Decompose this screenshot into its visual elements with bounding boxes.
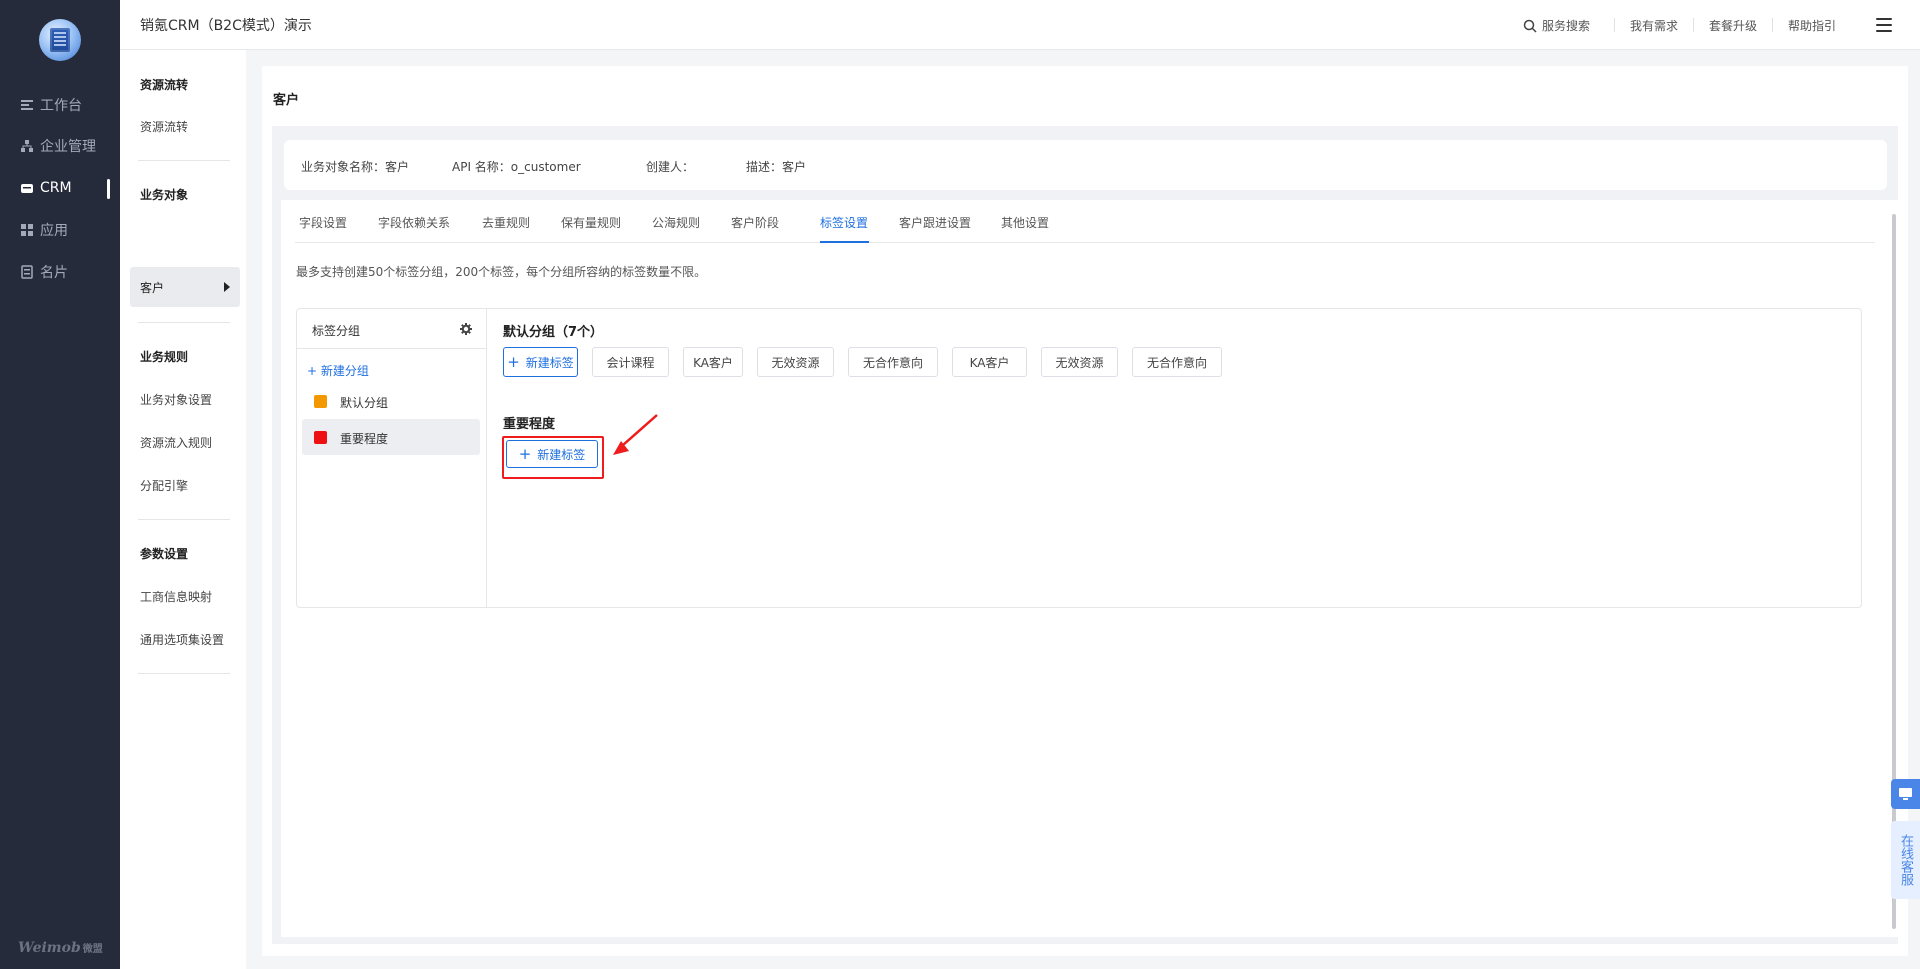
help-link[interactable]: 帮助指引 [1788,17,1836,34]
tag-chip[interactable]: 无效资源 [757,347,834,377]
tag-group-name: 默认分组 [340,396,389,410]
sidebar-item-assign-engine[interactable]: 分配引擎 [140,477,188,494]
nav-item-label: 名片 [40,265,68,281]
gear-icon[interactable] [460,323,472,335]
online-service-button[interactable]: 在线客服 [1891,821,1920,899]
hamburger-menu-icon[interactable] [1876,18,1892,32]
tab-followup-settings[interactable]: 客户跟进设置 [899,214,971,231]
sidebar-item-inflow-rules[interactable]: 资源流入规则 [140,434,212,451]
tag-chip[interactable]: 无效资源 [1041,347,1118,377]
header-divider [1772,18,1773,32]
annotation-arrow-icon [613,414,658,455]
crm-icon [20,181,34,195]
tag-chip[interactable]: 无合作意向 [1132,347,1222,377]
upgrade-link[interactable]: 套餐升级 [1709,17,1757,34]
object-info-bar: 业务对象名称：客户 API 名称：o_customer 创建人： 描述：客户 [284,140,1887,190]
active-tab-indicator [820,241,869,243]
nav-item-label: 企业管理 [40,139,96,155]
nav-item-org[interactable]: 企业管理 [0,125,120,167]
sidebar-item-business-mapping[interactable]: 工商信息映射 [140,588,212,605]
sidebar-item-label: 客户 [140,281,165,295]
card-icon [20,265,34,279]
tag-group-name: 重要程度 [340,432,389,446]
color-swatch [314,431,327,444]
tag-group-list: 标签分组 + 新建分组 默认分组 重要程度 [297,309,487,607]
nav-item-crm[interactable]: CRM [0,167,120,209]
sidebar-item-option-sets[interactable]: 通用选项集设置 [140,631,224,648]
main-content: 客户 业务对象名称：客户 API 名称：o_customer 创建人： 描述：客… [262,66,1908,956]
tag-group-header: 标签分组 [297,309,486,349]
nav-item-label: 应用 [40,223,68,239]
workbench-icon [20,98,34,112]
tab-customer-stage[interactable]: 客户阶段 [731,214,779,231]
caret-right-icon [224,282,230,292]
nav-item-label: CRM [40,180,72,196]
demand-link[interactable]: 我有需求 [1630,17,1678,34]
api-name-info: API 名称：o_customer [452,160,581,174]
tag-group-header-label: 标签分组 [312,324,361,338]
section-title: 参数设置 [140,547,189,561]
monitor-icon [1899,788,1912,800]
nav-item-apps[interactable]: 应用 [0,209,120,251]
left-nav: 工作台 企业管理 CRM 应用 名片 Weimob 微盟 [0,0,120,969]
tab-bar: 字段设置 字段依赖关系 去重规则 保有量规则 公海规则 客户阶段 标签设置 客户… [295,200,1875,243]
group-title: 重要程度 [503,417,556,432]
divider [138,160,230,161]
service-search-button[interactable]: 服务搜索 [1523,17,1590,34]
divider [138,673,230,674]
secondary-sidebar: 资源流转 资源流转 业务对象 客户 业务规则 业务对象设置 资源流入规则 分配引… [120,50,246,969]
sidebar-item-object-settings[interactable]: 业务对象设置 [140,391,212,408]
tab-tag-settings[interactable]: 标签设置 [820,214,868,231]
tag-chip[interactable]: KA客户 [952,347,1027,377]
tab-retention-rules[interactable]: 保有量规则 [561,214,621,231]
brand-logo: Weimob 微盟 [18,940,103,956]
top-header: 销氪CRM（B2C模式）演示 服务搜索 我有需求 套餐升级 帮助指引 [120,0,1920,50]
new-tag-button[interactable]: + 新建标签 [503,347,578,377]
content-area: 业务对象名称：客户 API 名称：o_customer 创建人： 描述：客户 字… [272,126,1899,944]
chat-monitor-button[interactable] [1891,779,1920,809]
tag-group-item[interactable]: 默认分组 [302,383,480,419]
new-group-button[interactable]: + 新建分组 [307,362,369,379]
page-title: 客户 [273,93,300,108]
apps-icon [20,223,34,237]
tab-field-dependency[interactable]: 字段依赖关系 [378,214,450,231]
app-title: 销氪CRM（B2C模式）演示 [140,18,312,34]
group-title: 默认分组（7个） [503,325,604,340]
tab-field-settings[interactable]: 字段设置 [299,214,347,231]
nav-item-card[interactable]: 名片 [0,251,120,293]
header-divider [1614,18,1615,32]
nav-item-workbench[interactable]: 工作台 [0,84,120,126]
sidebar-item-resource-flow[interactable]: 资源流转 [140,118,188,135]
tag-chip[interactable]: 会计课程 [592,347,669,377]
tag-chip[interactable]: KA客户 [683,347,743,377]
tag-limit-note: 最多支持创建50个标签分组，200个标签，每个分组所容纳的标签数量不限。 [296,265,707,279]
section-title: 业务规则 [140,350,189,364]
creator-info: 创建人： [646,160,695,174]
color-swatch [314,395,327,408]
sidebar-item-customer[interactable]: 客户 [130,267,240,307]
tag-group-item-selected[interactable]: 重要程度 [302,419,480,455]
tab-pool-rules[interactable]: 公海规则 [652,214,700,231]
tag-chip[interactable]: 无合作意向 [848,347,938,377]
tag-settings-box: 标签分组 + 新建分组 默认分组 重要程度 默认分组（7个） + 新建标签 会计… [296,308,1862,608]
divider [138,322,230,323]
object-name-info: 业务对象名称：客户 [301,160,410,174]
divider [138,519,230,520]
nav-item-label: 工作台 [40,98,82,114]
app-logo[interactable] [39,19,81,61]
org-icon [20,139,34,153]
service-search-label: 服务搜索 [1542,19,1591,33]
tab-other-settings[interactable]: 其他设置 [1001,214,1049,231]
description-info: 描述：客户 [746,160,807,174]
highlight-box [502,436,604,479]
header-divider [1693,18,1694,32]
new-tag-label: 新建标签 [525,355,574,370]
plus-icon: + [507,352,520,371]
settings-panel: 字段设置 字段依赖关系 去重规则 保有量规则 公海规则 客户阶段 标签设置 客户… [281,200,1899,937]
tab-dedupe-rules[interactable]: 去重规则 [482,214,530,231]
section-title: 业务对象 [140,188,189,202]
search-icon [1523,19,1537,33]
section-title: 资源流转 [140,78,189,92]
